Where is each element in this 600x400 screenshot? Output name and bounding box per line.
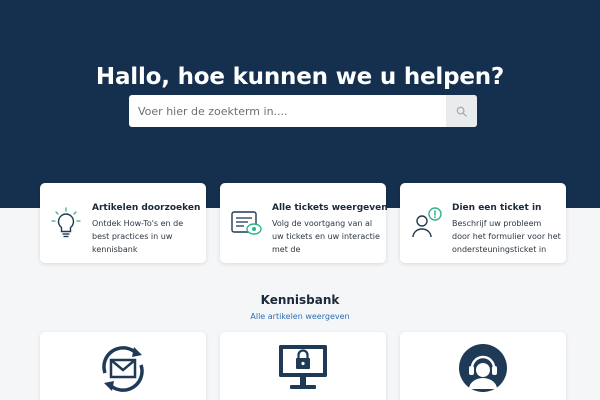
search-icon xyxy=(456,106,467,117)
card-search-articles[interactable]: Artikelen doorzoeken Ontdek How-To's en … xyxy=(40,183,206,263)
user-alert-icon xyxy=(412,207,442,238)
kb-category-card[interactable] xyxy=(400,332,566,400)
search-input[interactable] xyxy=(129,95,445,127)
lightbulb-icon xyxy=(51,207,81,238)
mail-sync-icon xyxy=(102,346,144,392)
card-description: Ontdek How-To's en de best practices in … xyxy=(92,219,184,254)
card-title: Artikelen doorzoeken xyxy=(92,203,201,213)
ticket-view-icon xyxy=(231,211,262,235)
kb-category-card[interactable] xyxy=(220,332,386,400)
card-description: Volg de voortgang van al uw tickets en u… xyxy=(272,219,380,254)
search-bar xyxy=(129,95,477,127)
card-submit-ticket[interactable]: Dien een ticket in Beschrijf uw probleem… xyxy=(400,183,566,263)
card-title: Dien een ticket in xyxy=(452,203,542,213)
kb-category-card[interactable] xyxy=(40,332,206,400)
headset-support-icon xyxy=(459,344,507,392)
search-button[interactable] xyxy=(446,95,477,127)
view-all-articles-link[interactable]: Alle artikelen weergeven xyxy=(0,312,600,321)
card-title: Alle tickets weergeven xyxy=(272,203,388,213)
secure-monitor-icon xyxy=(279,345,327,389)
card-description: Beschrijf uw probleem door het formulier… xyxy=(452,219,561,254)
page-title: Hallo, hoe kunnen we u helpen? xyxy=(95,64,505,90)
hero-banner: Hallo, hoe kunnen we u helpen? xyxy=(0,0,600,208)
section-title: Kennisbank xyxy=(260,293,340,307)
card-view-tickets[interactable]: Alle tickets weergeven Volg de voortgang… xyxy=(220,183,388,263)
